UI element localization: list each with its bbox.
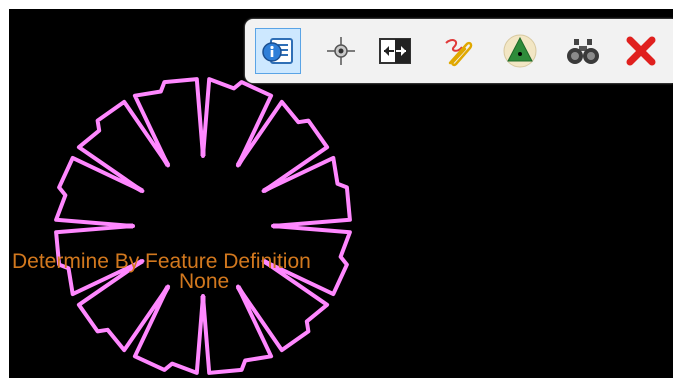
none-label: None — [179, 270, 230, 293]
snap-point-icon — [327, 37, 355, 65]
gear-spoke — [235, 152, 248, 167]
info-icon — [262, 38, 293, 64]
gear-outline-path — [54, 77, 352, 375]
clip-icon — [445, 39, 473, 67]
gear-spoke — [158, 285, 171, 300]
clip-button[interactable] — [435, 28, 481, 74]
gear-spoke — [129, 181, 144, 194]
info-button[interactable] — [255, 28, 301, 74]
triangle-badge-button[interactable] — [497, 28, 543, 74]
toggle-direction-button[interactable] — [372, 28, 418, 74]
snap-point-button[interactable] — [318, 28, 364, 74]
floating-toolbar — [245, 19, 673, 83]
triangle-badge-icon — [503, 34, 537, 68]
close-button[interactable] — [618, 28, 664, 74]
binoculars-button[interactable] — [560, 28, 606, 74]
toggle-direction-icon — [379, 38, 411, 64]
gear-spoke — [235, 285, 248, 300]
gear-spoke — [262, 181, 277, 194]
gear-spoke — [158, 152, 171, 167]
close-icon — [626, 36, 656, 66]
feature-definition-label: Determine By Feature Definition — [12, 250, 311, 273]
binoculars-icon — [567, 39, 599, 64]
